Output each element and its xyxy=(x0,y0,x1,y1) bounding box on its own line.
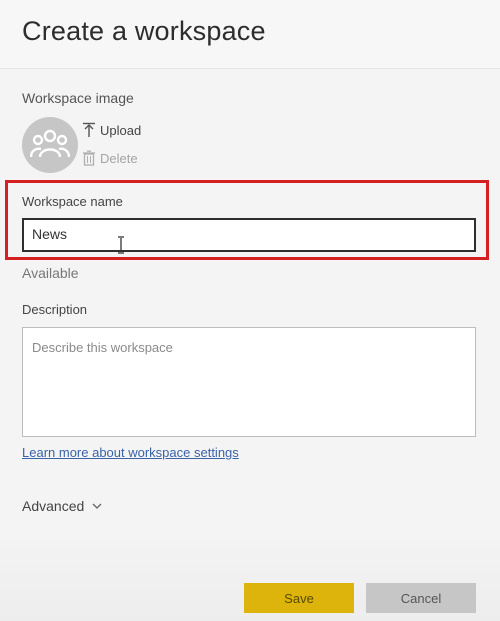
chevron-down-icon xyxy=(92,503,102,509)
workspace-avatar xyxy=(22,117,78,173)
upload-label: Upload xyxy=(100,122,142,138)
description-textarea[interactable]: Describe this workspace xyxy=(22,327,476,437)
page-title: Create a workspace xyxy=(22,16,266,46)
people-group-icon xyxy=(30,129,70,158)
cancel-button[interactable]: Cancel xyxy=(366,583,476,613)
workspace-name-label: Workspace name xyxy=(22,194,123,209)
name-availability-status: Available xyxy=(22,265,79,281)
advanced-label: Advanced xyxy=(22,498,85,514)
upload-button[interactable]: Upload xyxy=(82,122,141,138)
save-button[interactable]: Save xyxy=(244,583,354,613)
panel-header: Create a workspace xyxy=(0,0,500,69)
text-cursor-icon xyxy=(118,236,124,254)
workspace-image-label: Workspace image xyxy=(22,90,134,106)
upload-arrow-icon xyxy=(82,122,96,138)
create-workspace-panel: Create a workspace Workspace image Uploa… xyxy=(0,0,500,621)
trash-icon xyxy=(82,150,96,166)
advanced-toggle[interactable]: Advanced xyxy=(22,498,102,514)
delete-label: Delete xyxy=(100,150,138,166)
description-label: Description xyxy=(22,302,88,317)
learn-more-link[interactable]: Learn more about workspace settings xyxy=(22,445,239,460)
delete-button[interactable]: Delete xyxy=(82,150,138,166)
workspace-name-input[interactable]: News xyxy=(22,218,476,252)
